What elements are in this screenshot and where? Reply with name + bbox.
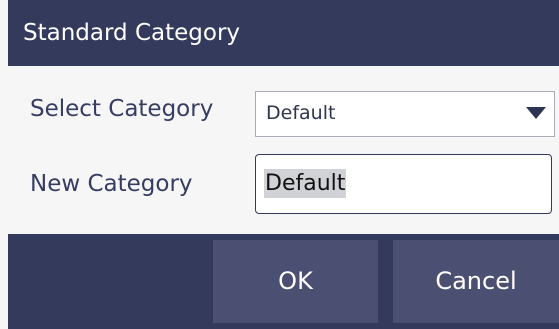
- new-category-label: New Category: [30, 171, 193, 197]
- ok-button[interactable]: OK: [213, 240, 378, 323]
- new-category-input[interactable]: Default: [255, 154, 552, 214]
- chevron-down-icon: [526, 107, 546, 119]
- standard-category-dialog: Standard Category Select Category Defaul…: [0, 0, 559, 329]
- dialog-left-edge: [0, 0, 8, 329]
- dialog-button-bar: OK Cancel: [8, 234, 559, 329]
- select-category-value: Default: [266, 102, 336, 124]
- dialog-title: Standard Category: [8, 0, 559, 66]
- cancel-button[interactable]: Cancel: [393, 240, 559, 323]
- select-category-label: Select Category: [30, 96, 214, 122]
- new-category-value: Default: [264, 169, 347, 198]
- select-category-dropdown[interactable]: Default: [255, 91, 555, 137]
- dialog-content: Select Category Default New Category Def…: [8, 66, 559, 234]
